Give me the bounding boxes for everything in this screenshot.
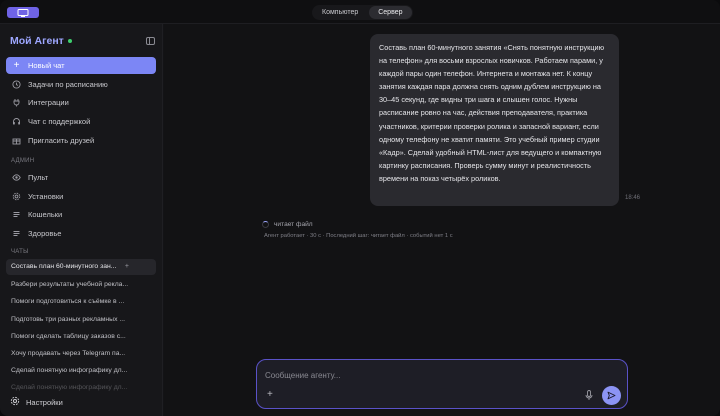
- sidebar-item-label: Пульт: [28, 173, 49, 182]
- app-brand: Мой Агент: [10, 35, 72, 47]
- tab-server[interactable]: Сервер: [369, 6, 412, 19]
- sidebar-item-label: Кошельки: [28, 210, 63, 219]
- list-icon: [12, 229, 21, 238]
- sidebar-item-invite-friends[interactable]: Пригласить друзей: [6, 132, 156, 149]
- agent-meta-text: Агент работает · 30 с · Последний шаг: ч…: [264, 233, 453, 239]
- settings-button[interactable]: Настройки: [10, 396, 63, 408]
- sidebar: Мой Агент + Новый чат Задачи по расписан…: [0, 24, 163, 416]
- admin-section-label: АДМИН: [11, 158, 35, 164]
- sidebar-item-settings-setup[interactable]: Установки: [6, 188, 156, 205]
- sidebar-item-label: Установки: [28, 192, 64, 201]
- agent-activity: читает файл: [262, 221, 313, 228]
- app-window: Компьютер Сервер Мой Агент + Новый чат З…: [0, 0, 720, 416]
- eye-icon: [12, 173, 21, 182]
- sidebar-item-label: Пригласить друзей: [28, 136, 95, 145]
- sidebar-item-health[interactable]: Здоровье: [6, 225, 156, 242]
- plus-icon[interactable]: +: [125, 259, 129, 275]
- plus-icon: +: [13, 59, 20, 71]
- new-chat-button[interactable]: + Новый чат: [6, 57, 156, 74]
- chats-section-label: ЧАТЫ: [11, 249, 29, 255]
- chat-list-item[interactable]: Помоги сделать таблицу заказов с...: [6, 329, 156, 345]
- list-icon: [12, 210, 21, 219]
- agent-status-text: читает файл: [274, 221, 313, 228]
- chat-list-item[interactable]: Сделай понятную инфографику дл...: [6, 380, 156, 396]
- sidebar-item-label: Чат с поддержкой: [28, 117, 91, 126]
- attach-plus-icon[interactable]: +: [267, 389, 273, 400]
- loading-spinner-icon: [262, 221, 269, 228]
- chat-title: Составь план 60-минутного зан...: [11, 263, 117, 270]
- monitor-icon[interactable]: [7, 7, 39, 18]
- send-button[interactable]: [602, 386, 621, 405]
- sidebar-item-wallets[interactable]: Кошельки: [6, 206, 156, 223]
- gear-icon: [10, 396, 20, 408]
- clock-icon: [12, 80, 21, 89]
- message-timestamp: 18:46: [625, 195, 641, 201]
- sidebar-item-integrations[interactable]: Интеграции: [6, 94, 156, 111]
- plug-icon: [12, 98, 21, 107]
- message-input[interactable]: [265, 367, 605, 383]
- chat-list-item[interactable]: Составь план 60-минутного зан... +: [6, 259, 156, 275]
- chat-list-item[interactable]: Разбери результаты учебной рекла...: [6, 277, 156, 293]
- sidebar-item-scheduled-tasks[interactable]: Задачи по расписанию: [6, 76, 156, 93]
- sidebar-item-dashboard[interactable]: Пульт: [6, 169, 156, 186]
- environment-switch: Компьютер Сервер: [312, 5, 413, 20]
- chat-list-item[interactable]: Хочу продавать через Telegram па...: [6, 346, 156, 362]
- collapse-sidebar-icon[interactable]: [146, 37, 155, 45]
- brand-title: Мой Агент: [10, 35, 64, 47]
- sidebar-item-label: Задачи по расписанию: [28, 80, 108, 89]
- top-bar: Компьютер Сервер: [0, 0, 720, 24]
- new-chat-label: Новый чат: [28, 61, 65, 70]
- gear-icon: [12, 192, 21, 201]
- chat-main: Составь план 60-минутного занятия «Снять…: [164, 24, 720, 416]
- send-icon: [607, 391, 616, 400]
- message-composer: +: [256, 359, 628, 409]
- headset-icon: [12, 117, 21, 126]
- online-status-dot: [67, 39, 72, 43]
- sidebar-item-support-chat[interactable]: Чат с поддержкой: [6, 113, 156, 130]
- microphone-icon[interactable]: [584, 390, 593, 401]
- settings-label: Настройки: [26, 397, 63, 407]
- sidebar-item-label: Интеграции: [28, 98, 69, 107]
- tab-computer[interactable]: Компьютер: [313, 6, 367, 19]
- chat-list-item[interactable]: Подготовь три разных рекламных ...: [6, 312, 156, 328]
- chat-list-item[interactable]: Помоги подготовиться к съёмке в ...: [6, 294, 156, 310]
- user-message-bubble: Составь план 60-минутного занятия «Снять…: [370, 34, 619, 206]
- chat-list-item[interactable]: Сделай понятную инфографику дл...: [6, 363, 156, 379]
- sidebar-item-label: Здоровье: [28, 229, 62, 238]
- gift-icon: [12, 136, 21, 145]
